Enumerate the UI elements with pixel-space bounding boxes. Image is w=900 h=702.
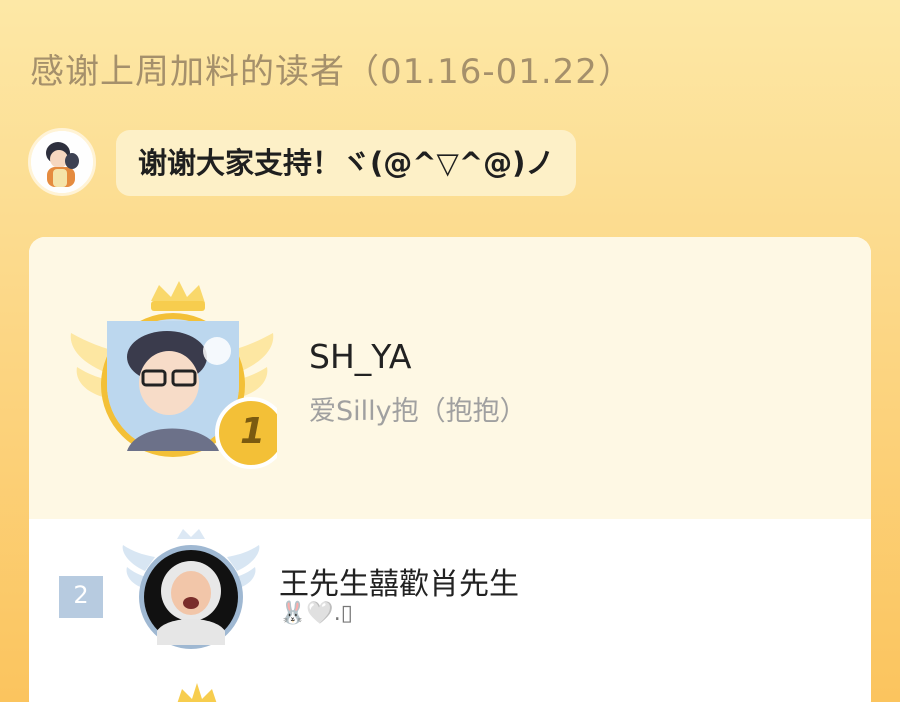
- rank-one-number: 1: [240, 411, 266, 452]
- ranking-card: 1 SH_YA 爱Silly抱（抱抱） 2 王先生囍歡肖先生 🐰🤍.▯: [29, 237, 871, 702]
- second-reader-name: 王先生囍歡肖先生: [279, 567, 519, 602]
- rank-first-row[interactable]: 1 SH_YA 爱Silly抱（抱抱）: [29, 237, 871, 519]
- author-avatar[interactable]: [28, 128, 96, 196]
- page-title: 感谢上周加料的读者（01.16-01.22）: [30, 52, 633, 92]
- first-reader-name: SH_YA: [309, 337, 412, 376]
- crown-icon: [174, 681, 220, 702]
- second-avatar-frame[interactable]: [121, 527, 261, 657]
- first-reader-subtitle: 爱Silly抱（抱抱）: [309, 396, 527, 427]
- author-message-bubble: 谢谢大家支持！ヾ(@^▽^@)ノ: [116, 130, 577, 196]
- rank-two-badge: 2: [59, 576, 103, 618]
- second-reader-subtitle: 🐰🤍.▯: [279, 601, 353, 626]
- first-avatar-frame[interactable]: 1: [67, 281, 287, 471]
